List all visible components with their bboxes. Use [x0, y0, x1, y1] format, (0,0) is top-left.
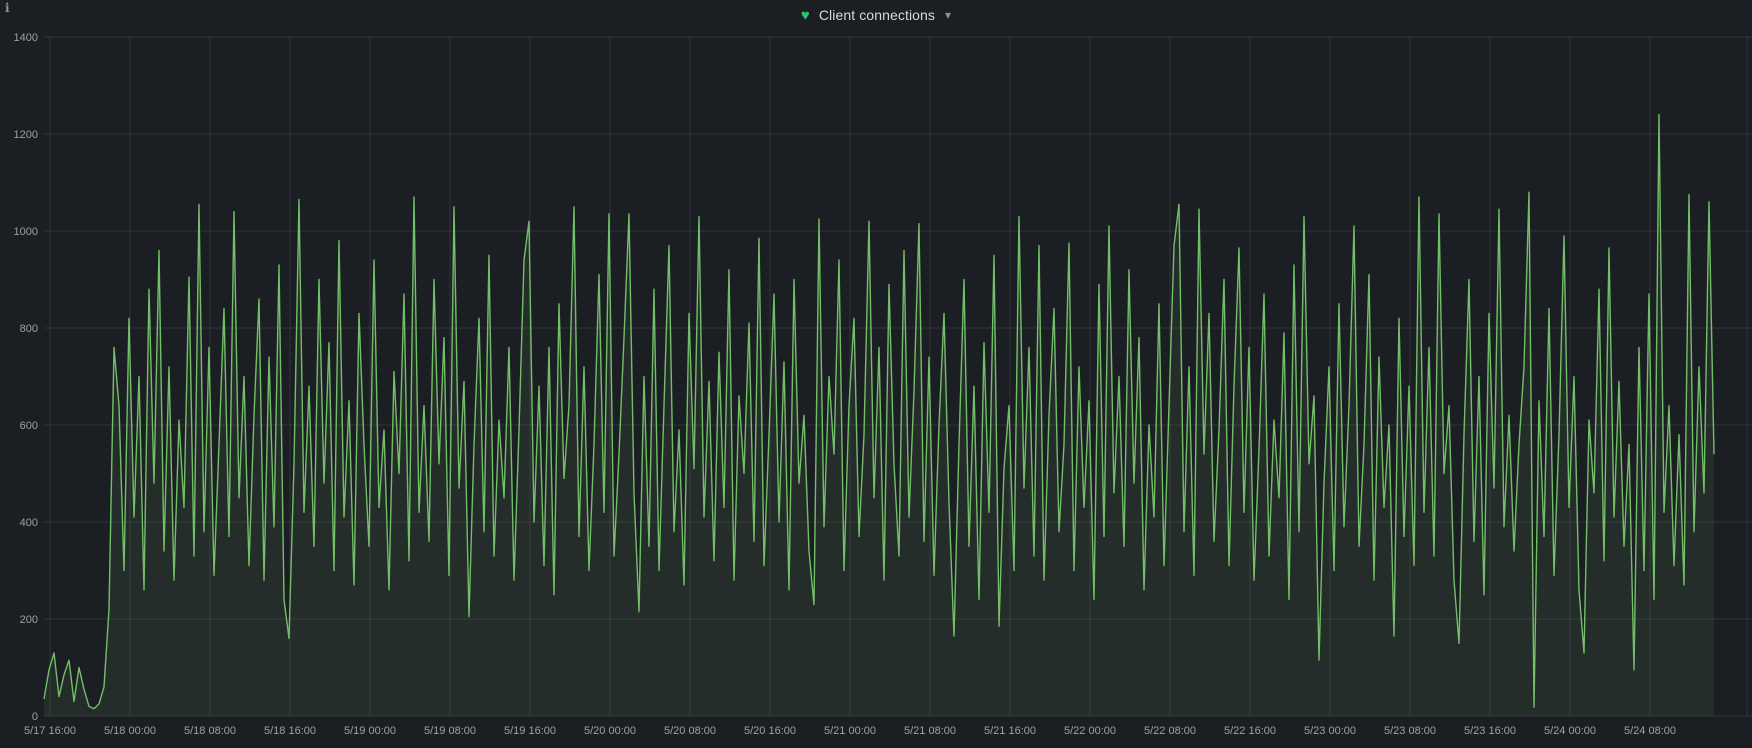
y-axis-tick-label: 1400: [14, 32, 38, 44]
info-icon[interactable]: i: [5, 1, 10, 15]
x-axis-tick-label: 5/23 08:00: [1384, 725, 1436, 737]
panel-client-connections: i ♥ Client connections ▾ 0 200 400 600 800 10…: [0, 0, 1752, 748]
x-axis-tick-label: 5/23 16:00: [1464, 725, 1516, 737]
panel-title: Client connections: [818, 7, 936, 23]
y-axis-tick-label: 1200: [14, 129, 38, 141]
x-axis-tick-label: 5/24 08:00: [1624, 725, 1676, 737]
x-axis-tick-label: 5/19 16:00: [504, 725, 556, 737]
panel-header[interactable]: ♥ Client connections ▾: [0, 0, 1752, 30]
x-axis-tick-label: 5/21 08:00: [904, 725, 956, 737]
y-axis-tick-label: 600: [20, 420, 38, 432]
x-axis-tick-label: 5/18 08:00: [184, 725, 236, 737]
panel-menu-caret-icon[interactable]: ▾: [945, 8, 951, 22]
y-axis-tick-label: 400: [20, 517, 38, 529]
timeseries-chart[interactable]: 0 200 400 600 800 1000 1200 1400 5/17 16:00 5/18 …: [0, 0, 1752, 748]
y-axis-tick-label: 0: [32, 711, 38, 723]
x-axis-tick-label: 5/21 16:00: [984, 725, 1036, 737]
y-axis-tick-label: 800: [20, 323, 38, 335]
x-axis-tick-label: 5/18 00:00: [104, 725, 156, 737]
x-axis-tick-label: 5/23 00:00: [1304, 725, 1356, 737]
x-axis-tick-label: 5/22 00:00: [1064, 725, 1116, 737]
green-heart-icon: ♥: [800, 6, 810, 24]
x-axis-tick-label: 5/21 00:00: [824, 725, 876, 737]
x-axis-tick-label: 5/20 16:00: [744, 725, 796, 737]
x-axis-tick-label: 5/24 00:00: [1544, 725, 1596, 737]
y-axis-tick-label: 200: [20, 614, 38, 626]
x-axis-tick-label: 5/19 00:00: [344, 725, 396, 737]
x-axis-tick-label: 5/17 16:00: [24, 725, 76, 737]
x-axis-tick-label: 5/18 16:00: [264, 725, 316, 737]
x-axis-tick-label: 5/19 08:00: [424, 725, 476, 737]
x-axis-tick-label: 5/20 08:00: [664, 725, 716, 737]
x-axis-tick-label: 5/22 08:00: [1144, 725, 1196, 737]
x-axis-tick-label: 5/20 00:00: [584, 725, 636, 737]
y-axis-tick-label: 1000: [14, 226, 38, 238]
x-axis-tick-label: 5/22 16:00: [1224, 725, 1276, 737]
